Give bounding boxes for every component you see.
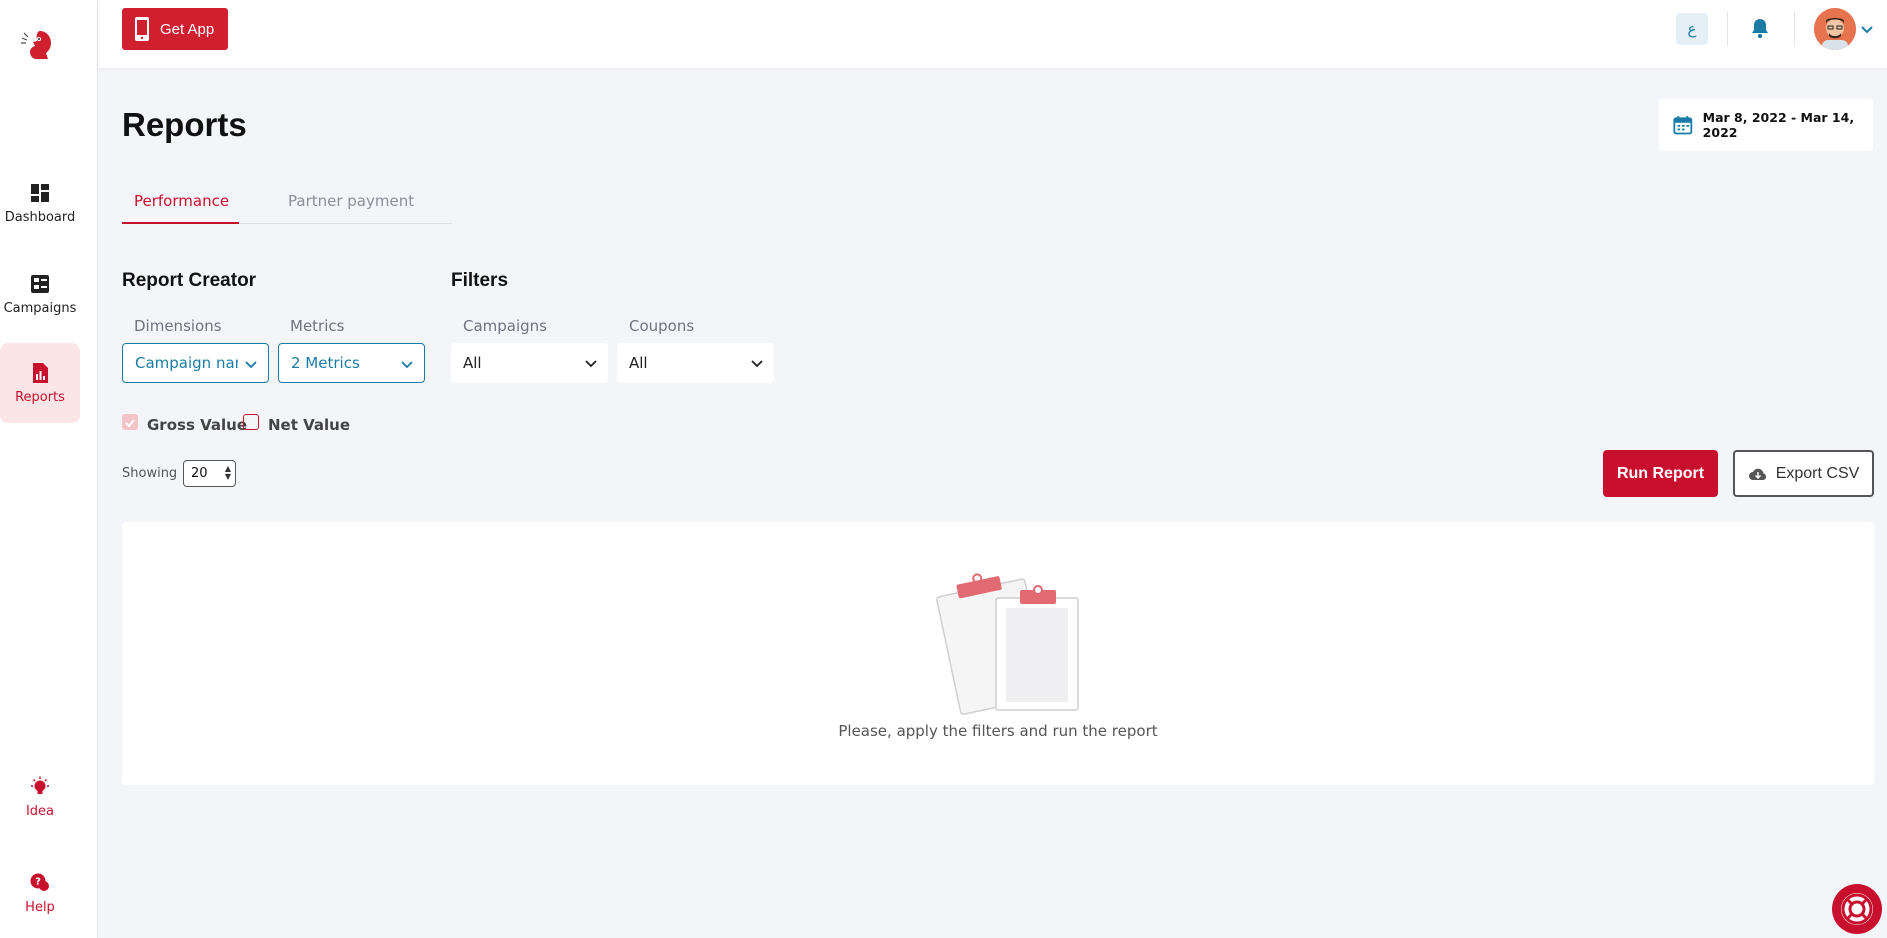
chevron-down-icon xyxy=(751,360,763,368)
showing-label: Showing xyxy=(122,466,178,481)
reports-icon xyxy=(33,362,48,383)
sidebar-item-label: Dashboard xyxy=(4,209,76,225)
chevron-down-icon xyxy=(401,361,413,369)
empty-state-message: Please, apply the filters and run the re… xyxy=(838,722,1158,740)
campaigns-icon xyxy=(31,274,49,293)
phone-icon xyxy=(135,17,149,41)
divider xyxy=(1727,12,1728,46)
get-app-button[interactable]: Get App xyxy=(122,8,228,50)
net-value-label: Net Value xyxy=(268,416,351,434)
gross-value-label: Gross Value xyxy=(147,416,247,434)
lightbulb-icon xyxy=(31,776,49,794)
report-tabs: Performance Partner payment xyxy=(122,186,452,224)
dashboard-icon xyxy=(31,183,49,202)
page-size-stepper[interactable]: 20 ▲ ▼ xyxy=(183,460,236,487)
export-csv-label: Export CSV xyxy=(1775,464,1860,482)
campaigns-filter-label: Campaigns xyxy=(463,317,548,335)
stepper-arrows-icon[interactable]: ▲ ▼ xyxy=(225,465,231,481)
empty-clipboard-illustration xyxy=(936,573,1079,715)
calendar-icon xyxy=(1673,116,1693,135)
chevron-down-icon xyxy=(245,361,257,369)
divider xyxy=(1794,12,1795,46)
tab-partner-payment[interactable]: Partner payment xyxy=(276,186,426,224)
get-app-label: Get App xyxy=(160,20,215,38)
language-toggle-button[interactable]: ع xyxy=(1676,13,1708,45)
sidebar-item-help[interactable]: ? Help xyxy=(0,853,80,933)
dimensions-value: Campaign name xyxy=(135,354,238,372)
top-bar: Get App ع xyxy=(98,0,1887,68)
sidebar-item-idea[interactable]: Idea xyxy=(0,757,80,837)
support-lifebuoy-button[interactable] xyxy=(1832,884,1882,934)
coupons-filter-dropdown[interactable]: All xyxy=(617,343,774,383)
metrics-value: 2 Metrics xyxy=(291,354,360,372)
avatar-illustration xyxy=(1814,8,1856,50)
run-report-button[interactable]: Run Report xyxy=(1603,450,1718,497)
metrics-label: Metrics xyxy=(290,317,345,335)
sidebar-item-label: Campaigns xyxy=(3,300,77,316)
report-creator-heading: Report Creator xyxy=(122,270,257,291)
sidebar-item-dashboard[interactable]: Dashboard xyxy=(0,163,80,243)
svg-text:?: ? xyxy=(35,876,41,887)
coupons-filter-label: Coupons xyxy=(629,317,695,335)
check-icon xyxy=(125,419,135,428)
campaigns-filter-dropdown[interactable]: All xyxy=(451,343,608,383)
sidebar-item-campaigns[interactable]: Campaigns xyxy=(0,254,80,334)
sidebar-item-label: Help xyxy=(25,899,55,915)
help-chat-icon: ? xyxy=(30,873,49,891)
sidebar: Dashboard Campaigns Reports Idea ? Help xyxy=(0,0,98,938)
report-results-panel: Please, apply the filters and run the re… xyxy=(122,522,1874,785)
filters-heading: Filters xyxy=(451,270,509,291)
page-title: Reports xyxy=(122,106,247,143)
gross-value-checkbox[interactable] xyxy=(122,414,138,430)
tab-performance[interactable]: Performance xyxy=(122,186,239,224)
export-csv-button[interactable]: Export CSV xyxy=(1733,450,1874,497)
brand-logo[interactable] xyxy=(18,25,58,65)
dimensions-label: Dimensions xyxy=(134,317,222,335)
campaigns-filter-value: All xyxy=(463,354,482,372)
net-value-checkbox[interactable] xyxy=(243,414,259,430)
sidebar-item-label: Idea xyxy=(25,803,55,819)
dimensions-dropdown[interactable]: Campaign name xyxy=(122,343,269,383)
chevron-down-icon[interactable] xyxy=(1860,22,1874,36)
date-range-text: Mar 8, 2022 - Mar 14, 2022 xyxy=(1702,110,1855,140)
lifebuoy-icon xyxy=(1841,893,1873,925)
cloud-download-icon xyxy=(1748,468,1766,480)
sidebar-item-label: Reports xyxy=(15,389,65,405)
sidebar-item-reports[interactable]: Reports xyxy=(0,343,80,423)
page-size-value: 20 xyxy=(191,466,208,481)
user-avatar[interactable] xyxy=(1814,8,1856,50)
date-range-picker[interactable]: Mar 8, 2022 - Mar 14, 2022 xyxy=(1659,99,1873,151)
metrics-dropdown[interactable]: 2 Metrics xyxy=(278,343,425,383)
notification-bell-icon[interactable] xyxy=(1748,16,1772,40)
chevron-down-icon xyxy=(585,360,597,368)
coupons-filter-value: All xyxy=(629,354,648,372)
